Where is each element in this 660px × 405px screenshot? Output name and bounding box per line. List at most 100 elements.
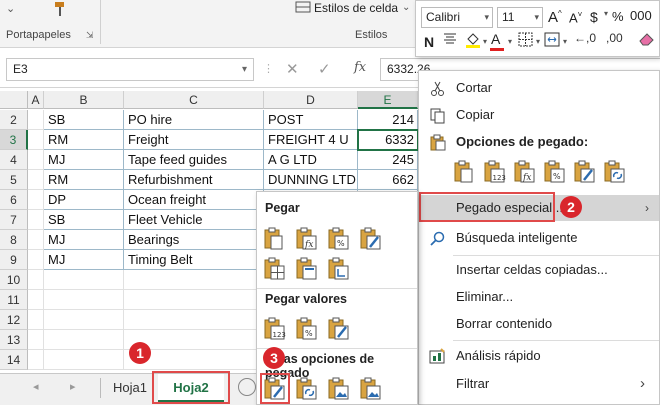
chevron-down-icon[interactable]: ⌄ [6, 2, 15, 15]
menu-item-clear[interactable]: Borrar contenido [419, 311, 659, 337]
font-name-select[interactable]: Calibri ▾ [421, 7, 493, 28]
row-header[interactable]: 11 [0, 290, 28, 310]
paste-values-icon[interactable]: 123 [263, 316, 287, 342]
cell[interactable]: Freight [124, 130, 264, 150]
cell[interactable]: 214 [358, 110, 418, 130]
cell[interactable] [28, 250, 44, 270]
cell[interactable]: Tape feed guides [124, 150, 264, 170]
increase-font-icon[interactable]: A^ [548, 9, 562, 26]
chevron-down-icon[interactable]: ⌄ [402, 2, 410, 13]
menu-item-copy[interactable]: Copiar [419, 102, 659, 128]
cell[interactable]: Timing Belt [124, 250, 264, 270]
cell[interactable] [28, 150, 44, 170]
row-header[interactable]: 12 [0, 310, 28, 330]
column-header-d[interactable]: D [264, 91, 358, 109]
paste-values-source-format-icon[interactable] [327, 316, 351, 342]
cell[interactable] [28, 310, 44, 330]
paste-icon[interactable] [453, 159, 477, 185]
cell[interactable]: SB [44, 210, 124, 230]
row-header[interactable]: 8 [0, 230, 28, 250]
chevron-down-icon[interactable]: ▾ [536, 37, 540, 46]
paste-formulas-format-icon[interactable]: % [543, 159, 567, 185]
currency-format-icon[interactable]: $ [590, 9, 598, 25]
row-header[interactable]: 2 [0, 110, 28, 130]
cell[interactable]: A G LTD [264, 150, 358, 170]
cell[interactable] [28, 330, 44, 350]
paste-formulas-icon[interactable]: fx [295, 226, 319, 252]
cell[interactable] [124, 290, 264, 310]
font-color-button[interactable]: A [491, 31, 500, 47]
cell[interactable]: Refurbishment [124, 170, 264, 190]
add-sheet-icon[interactable] [238, 378, 256, 396]
cell[interactable]: RM [44, 130, 124, 150]
decrease-font-icon[interactable]: A˅ [569, 10, 582, 25]
cell[interactable]: DP [44, 190, 124, 210]
cell[interactable]: DUNNING LTD [264, 170, 358, 190]
name-box[interactable]: E3 ▾ [6, 58, 254, 81]
cell[interactable]: POST [264, 110, 358, 130]
cell[interactable]: FREIGHT 4 U [264, 130, 358, 150]
scroll-left-icon[interactable]: ◂ [33, 380, 39, 393]
paste-keep-widths-icon[interactable] [295, 256, 319, 282]
cell[interactable]: MJ [44, 230, 124, 250]
cell-styles-icon[interactable] [295, 0, 311, 17]
cell[interactable]: 245 [358, 150, 418, 170]
merge-center-icon[interactable] [544, 32, 560, 50]
cell[interactable] [44, 270, 124, 290]
cell[interactable] [124, 270, 264, 290]
cell[interactable]: RM [44, 170, 124, 190]
paste-picture-icon[interactable] [327, 376, 351, 402]
insert-function-button[interactable]: fx [354, 60, 366, 75]
menu-item-filter[interactable]: Filtrar › [419, 371, 659, 397]
cell[interactable] [28, 170, 44, 190]
cell[interactable] [28, 230, 44, 250]
column-header-c[interactable]: C [124, 91, 264, 109]
chevron-down-icon[interactable]: ▾ [604, 9, 608, 18]
select-all-corner[interactable] [0, 91, 28, 109]
menu-item-quick-analysis[interactable]: Análisis rápido [419, 343, 659, 369]
column-header-a[interactable]: A [28, 91, 44, 109]
cell[interactable] [44, 290, 124, 310]
menu-item-delete[interactable]: Eliminar... [419, 284, 659, 310]
paste-values-icon[interactable]: 123 [483, 159, 507, 185]
paste-values-number-format-icon[interactable]: % [295, 316, 319, 342]
font-size-select[interactable]: 11 ▾ [497, 7, 543, 28]
column-header-b[interactable]: B [44, 91, 124, 109]
cell[interactable] [28, 270, 44, 290]
paste-keep-source-icon[interactable] [359, 226, 383, 252]
cell[interactable]: MJ [44, 250, 124, 270]
cell[interactable] [28, 290, 44, 310]
paste-linked-picture-icon[interactable] [359, 376, 383, 402]
cell[interactable]: PO hire [124, 110, 264, 130]
cell[interactable] [28, 350, 44, 370]
tab-hoja1[interactable]: Hoja1 [104, 374, 156, 403]
column-header-e[interactable]: E [358, 91, 418, 109]
cell[interactable]: Fleet Vehicle [124, 210, 264, 230]
bold-button[interactable]: N [424, 34, 434, 50]
cell[interactable] [28, 190, 44, 210]
dialog-launcher-icon[interactable]: ⇲ [86, 30, 94, 41]
cell[interactable]: Bearings [124, 230, 264, 250]
scroll-right-icon[interactable]: ▸ [70, 380, 76, 393]
chevron-down-icon[interactable]: ▾ [242, 59, 247, 80]
percent-icon[interactable]: % [612, 9, 624, 24]
cell[interactable]: SB [44, 110, 124, 130]
fill-color-icon[interactable] [464, 31, 482, 52]
row-header[interactable]: 7 [0, 210, 28, 230]
paste-no-borders-icon[interactable] [263, 256, 287, 282]
thousands-separator-icon[interactable]: 000 [630, 8, 652, 23]
cell[interactable]: Ocean freight [124, 190, 264, 210]
cell[interactable] [124, 310, 264, 330]
eraser-icon[interactable] [638, 31, 655, 50]
cell[interactable] [44, 330, 124, 350]
cell-styles-button[interactable]: Estilos de celda [314, 1, 398, 15]
borders-icon[interactable] [518, 32, 533, 50]
chevron-down-icon[interactable]: ▾ [508, 37, 512, 46]
cell[interactable] [44, 350, 124, 370]
cell[interactable] [28, 210, 44, 230]
paste-formulas-icon[interactable]: fx [513, 159, 537, 185]
row-header[interactable]: 6 [0, 190, 28, 210]
cell[interactable] [44, 310, 124, 330]
row-header[interactable]: 5 [0, 170, 28, 190]
row-header[interactable]: 3 [0, 130, 28, 150]
